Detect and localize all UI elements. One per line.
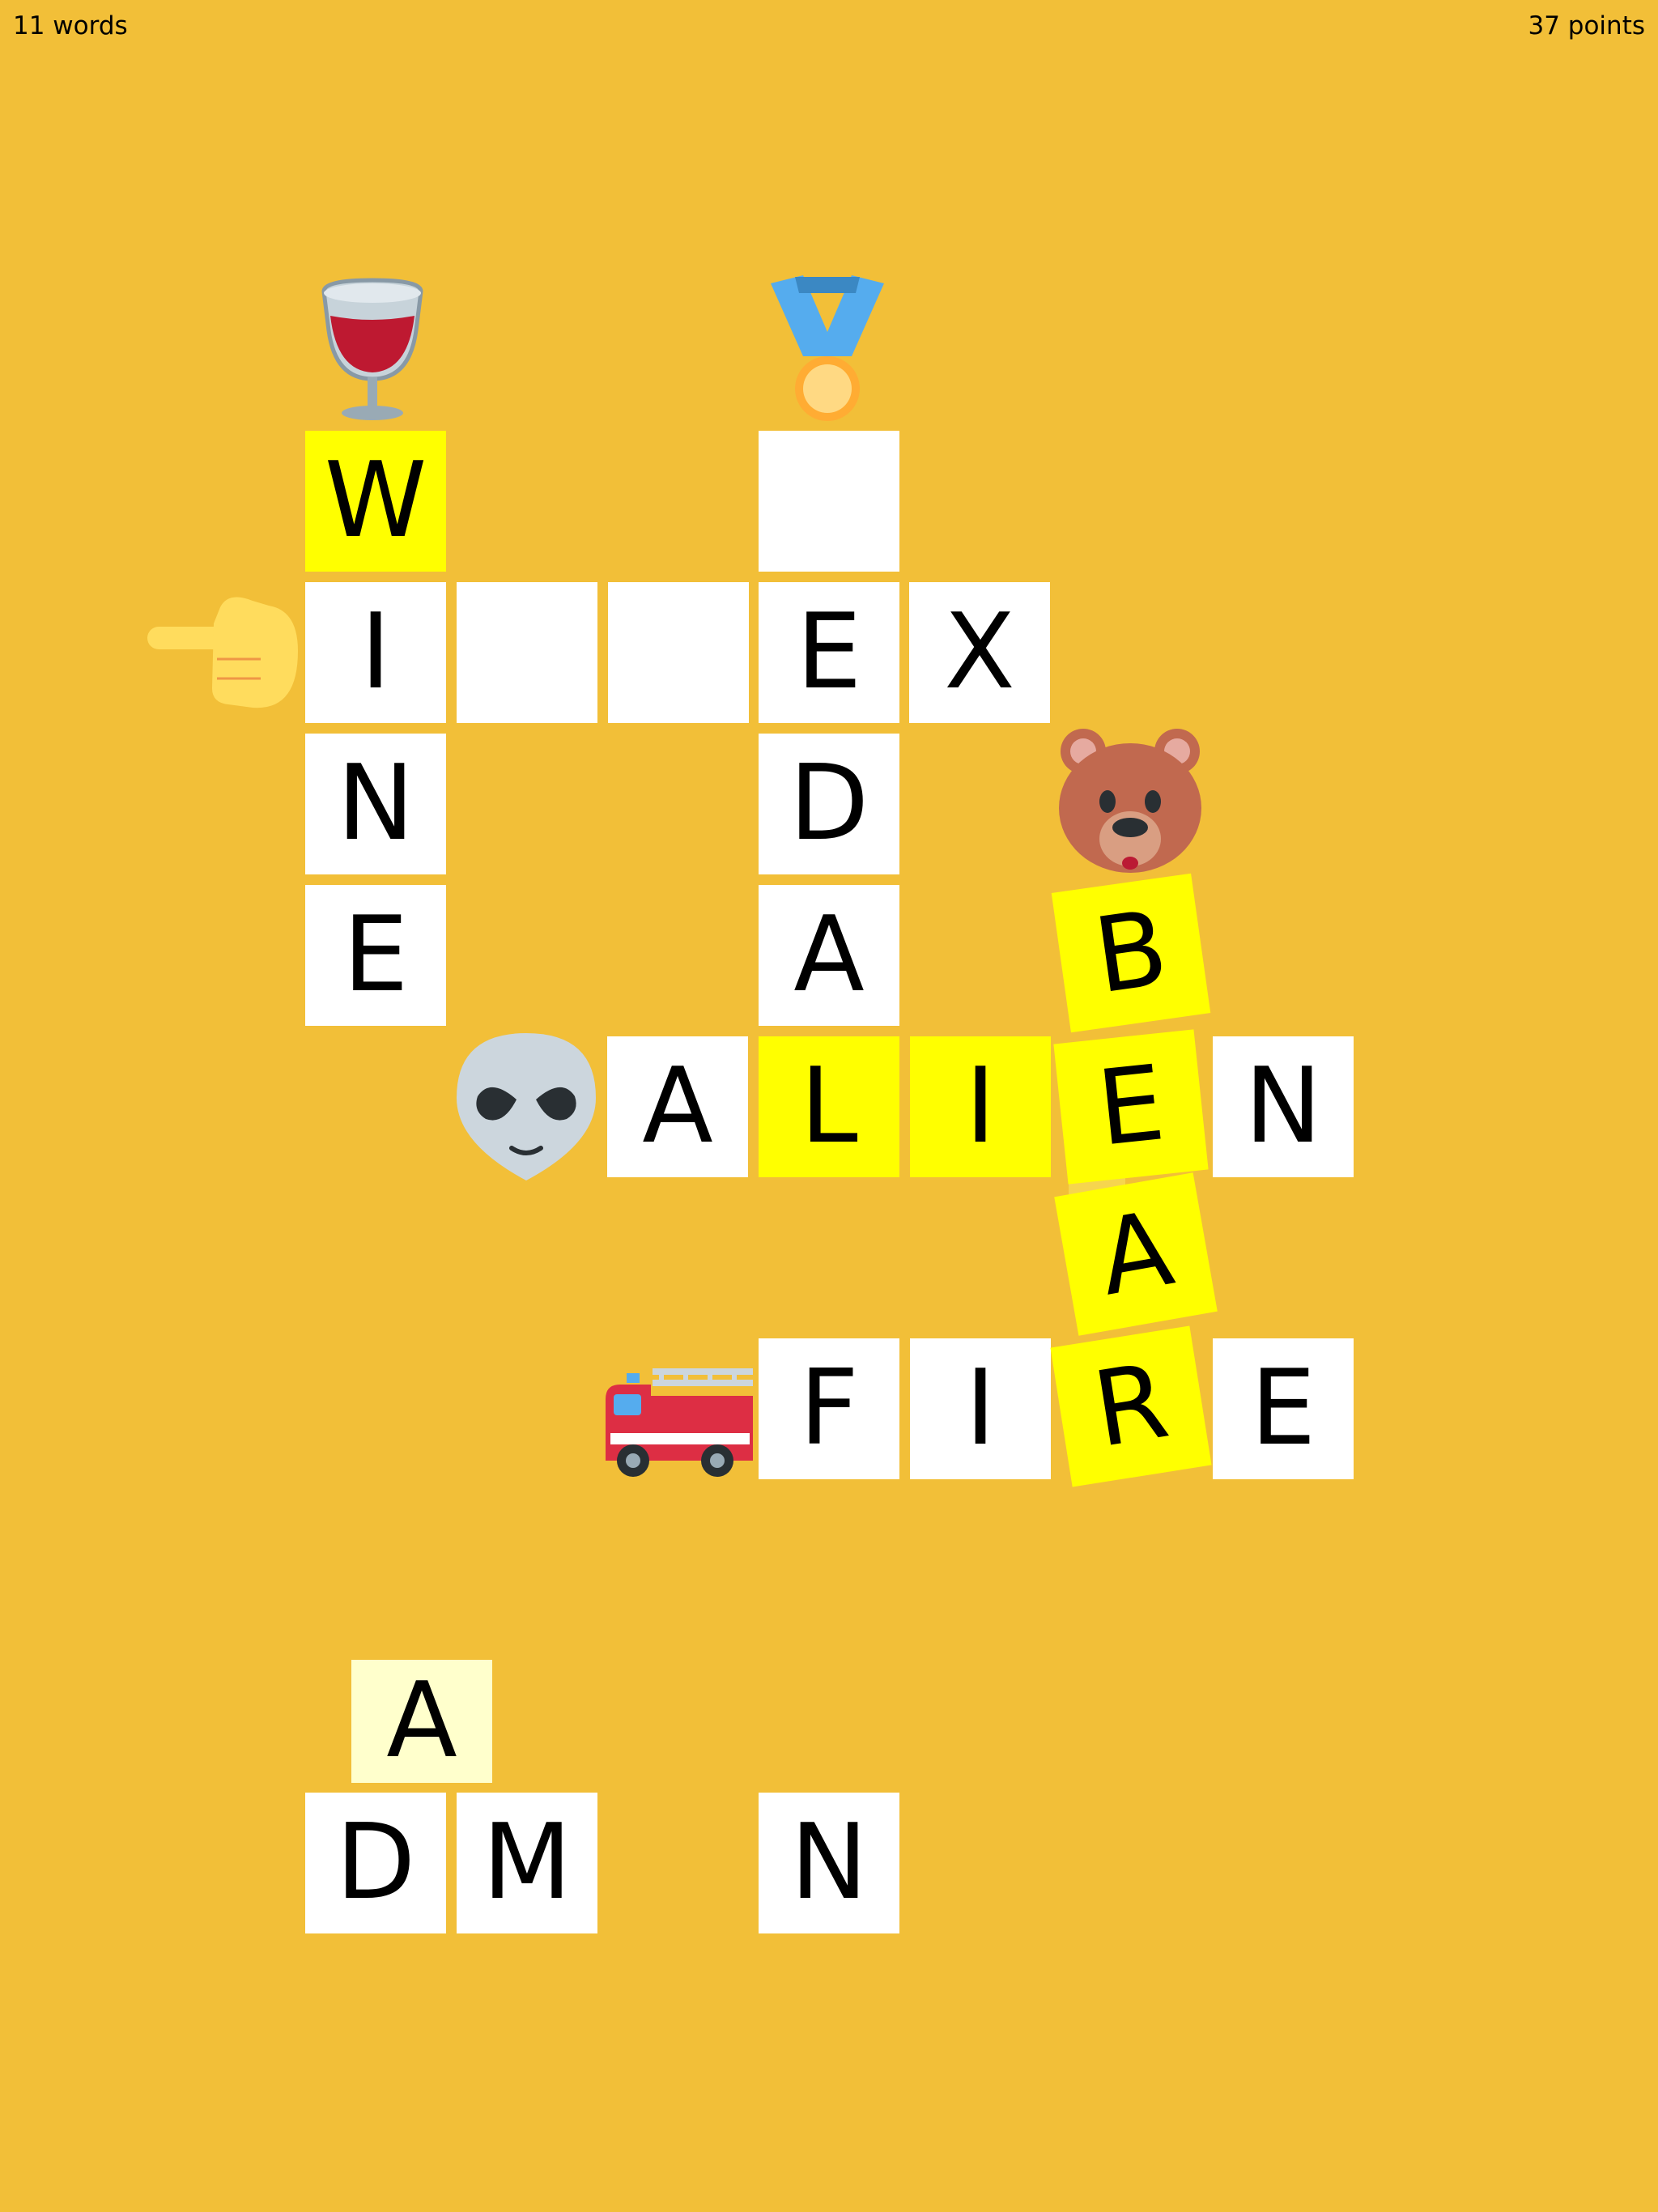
- tile-medal-blank[interactable]: [759, 431, 899, 572]
- tile-fire-i[interactable]: I: [910, 1338, 1051, 1479]
- tile-across-blank-2[interactable]: [608, 582, 749, 723]
- tile-bear-r[interactable]: R: [1050, 1325, 1212, 1487]
- points-score: 37 points: [1528, 11, 1645, 40]
- fire-engine-icon: [602, 1367, 753, 1480]
- tile-fire-f[interactable]: F: [759, 1338, 899, 1479]
- tile-bear-b[interactable]: B: [1051, 873, 1211, 1033]
- tile-medal-a[interactable]: A: [759, 885, 899, 1026]
- tile-alien-n[interactable]: N: [1213, 1036, 1354, 1177]
- tile-wine-w[interactable]: W: [305, 431, 446, 572]
- tile-medal-n[interactable]: N: [759, 1793, 899, 1933]
- tile-bear-a[interactable]: A: [1054, 1172, 1218, 1336]
- alien-icon: [453, 1030, 599, 1184]
- medal-icon: [763, 275, 892, 425]
- tile-alien-i[interactable]: I: [910, 1036, 1051, 1177]
- tile-medal-d[interactable]: D: [759, 734, 899, 874]
- tile-bear-e[interactable]: E: [1053, 1029, 1209, 1185]
- tile-loose-d[interactable]: D: [305, 1793, 446, 1933]
- word-count: 11 words: [13, 11, 128, 40]
- pointing-hand-icon: [147, 591, 298, 711]
- tile-alien-l[interactable]: L: [759, 1036, 899, 1177]
- tile-across-x[interactable]: X: [909, 582, 1050, 723]
- tile-wine-n[interactable]: N: [305, 734, 446, 874]
- tile-across-blank-1[interactable]: [457, 582, 597, 723]
- tile-fire-e[interactable]: E: [1213, 1338, 1354, 1479]
- tile-wine-i[interactable]: I: [305, 582, 446, 723]
- tile-wine-e[interactable]: E: [305, 885, 446, 1026]
- tile-loose-a[interactable]: A: [351, 1660, 492, 1783]
- tile-medal-e[interactable]: E: [759, 582, 899, 723]
- wine-glass-icon: [316, 274, 429, 423]
- tile-alien-a[interactable]: A: [607, 1036, 748, 1177]
- bear-face-icon: [1057, 727, 1203, 873]
- tile-loose-m[interactable]: M: [457, 1793, 597, 1933]
